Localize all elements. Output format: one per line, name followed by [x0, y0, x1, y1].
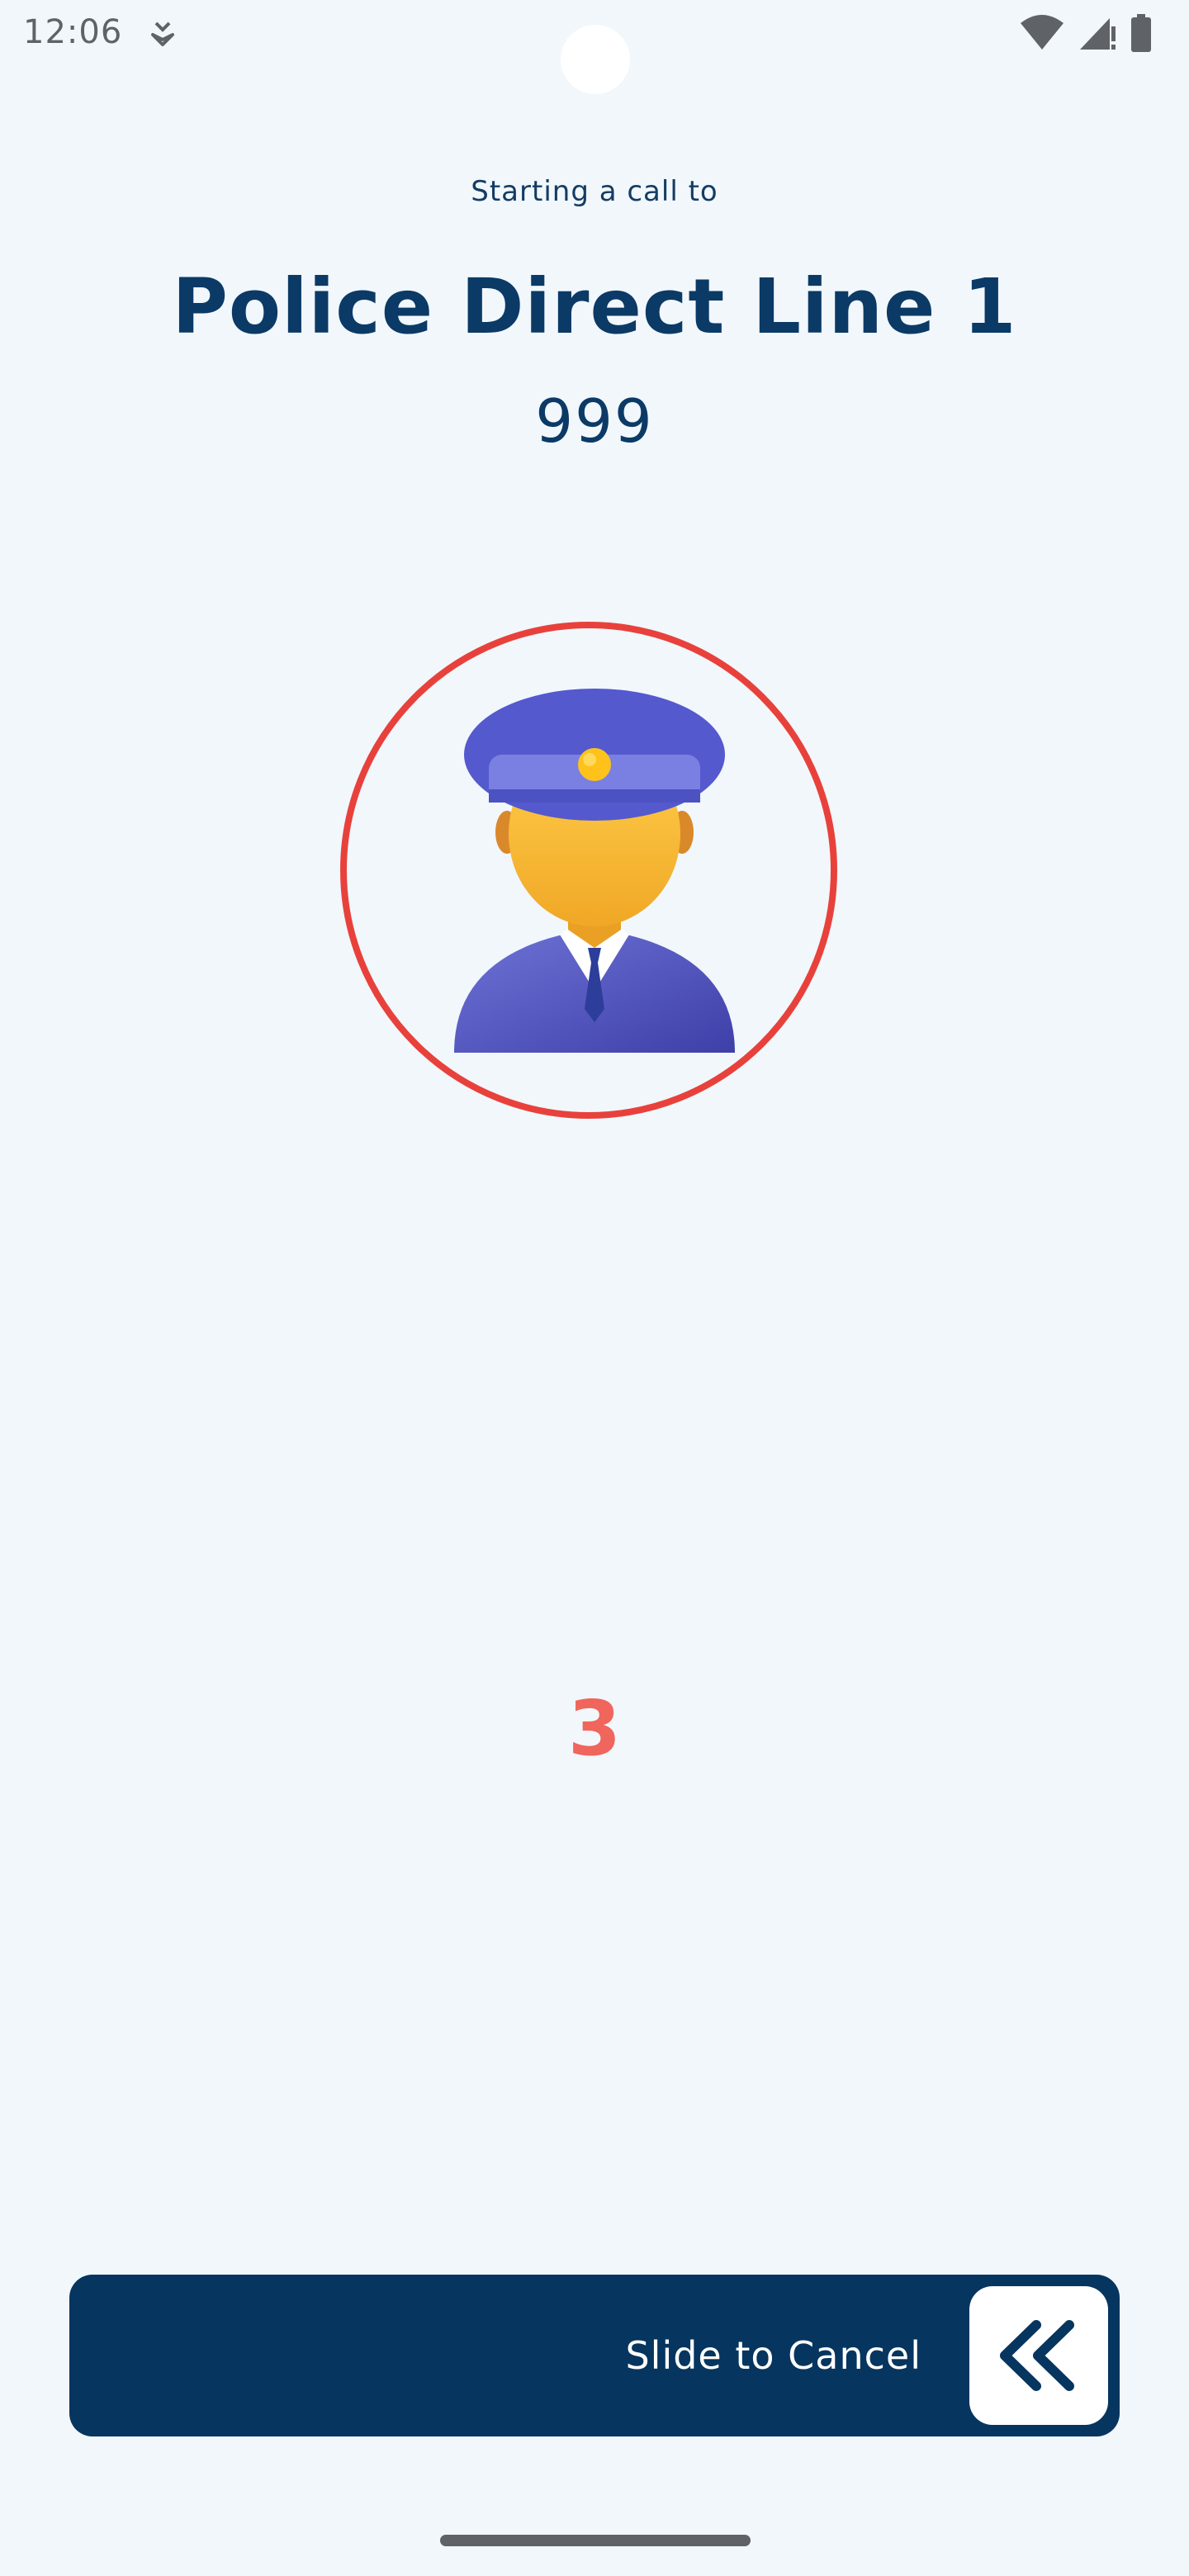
double-chevron-left-icon	[1000, 2320, 1074, 2391]
status-bar: 12:06	[0, 0, 1189, 94]
police-officer-icon	[454, 689, 735, 1053]
status-time: 12:06	[23, 13, 123, 51]
slide-to-cancel[interactable]: Slide to Cancel	[69, 2275, 1120, 2436]
call-subtitle: Starting a call to	[471, 175, 718, 208]
wifi-icon	[1019, 14, 1065, 55]
slide-to-cancel-label: Slide to Cancel	[625, 2333, 921, 2378]
home-indicator[interactable]	[440, 2535, 751, 2546]
cellular-signal-icon	[1078, 15, 1116, 55]
countdown: 3	[567, 1684, 621, 1773]
battery-icon	[1130, 13, 1153, 56]
contact-number: 999	[535, 386, 654, 456]
contact-name: Police Direct Line 1	[172, 263, 1017, 351]
slider-handle[interactable]	[969, 2286, 1108, 2425]
status-icons	[1019, 13, 1153, 56]
front-camera	[561, 25, 630, 94]
download-notification-icon	[149, 18, 177, 51]
